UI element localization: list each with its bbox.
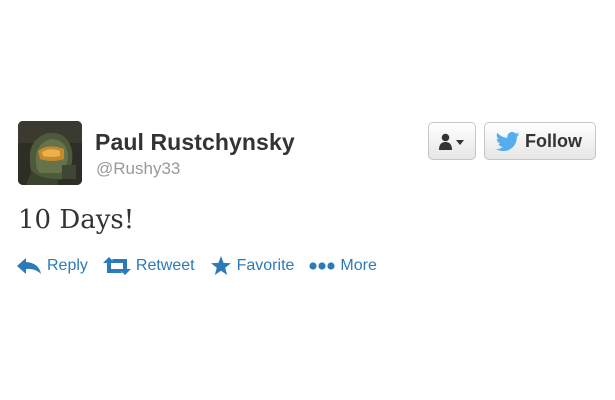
retweet-icon [102,257,131,275]
tweet-actions: Reply Retweet Favorite More [16,254,377,278]
favorite-action[interactable]: Favorite [210,256,295,276]
reply-label: Reply [47,257,88,274]
follow-button[interactable]: Follow [484,122,596,160]
reply-action[interactable]: Reply [16,257,88,275]
retweet-action[interactable]: Retweet [102,257,195,275]
helmet-avatar-image [18,121,82,185]
follow-label: Follow [525,131,582,151]
tweet-text: 10 Days! [18,205,135,235]
more-label: More [340,257,377,274]
reply-arrow-icon [17,258,41,274]
user-dropdown-icon [439,133,464,150]
twitter-bird-icon [496,132,520,151]
avatar[interactable] [18,121,82,185]
author-name[interactable]: Paul Rustchynsky [95,129,295,156]
tweet-card: Paul Rustchynsky @Rushy33 Follow 10 Days… [0,0,615,400]
star-icon [210,256,231,275]
more-action[interactable]: More [309,257,377,275]
retweet-label: Retweet [135,257,195,274]
author-handle[interactable]: @Rushy33 [96,159,180,179]
user-actions-button[interactable] [428,122,476,160]
more-dots-icon [309,262,336,270]
favorite-label: Favorite [236,257,295,274]
